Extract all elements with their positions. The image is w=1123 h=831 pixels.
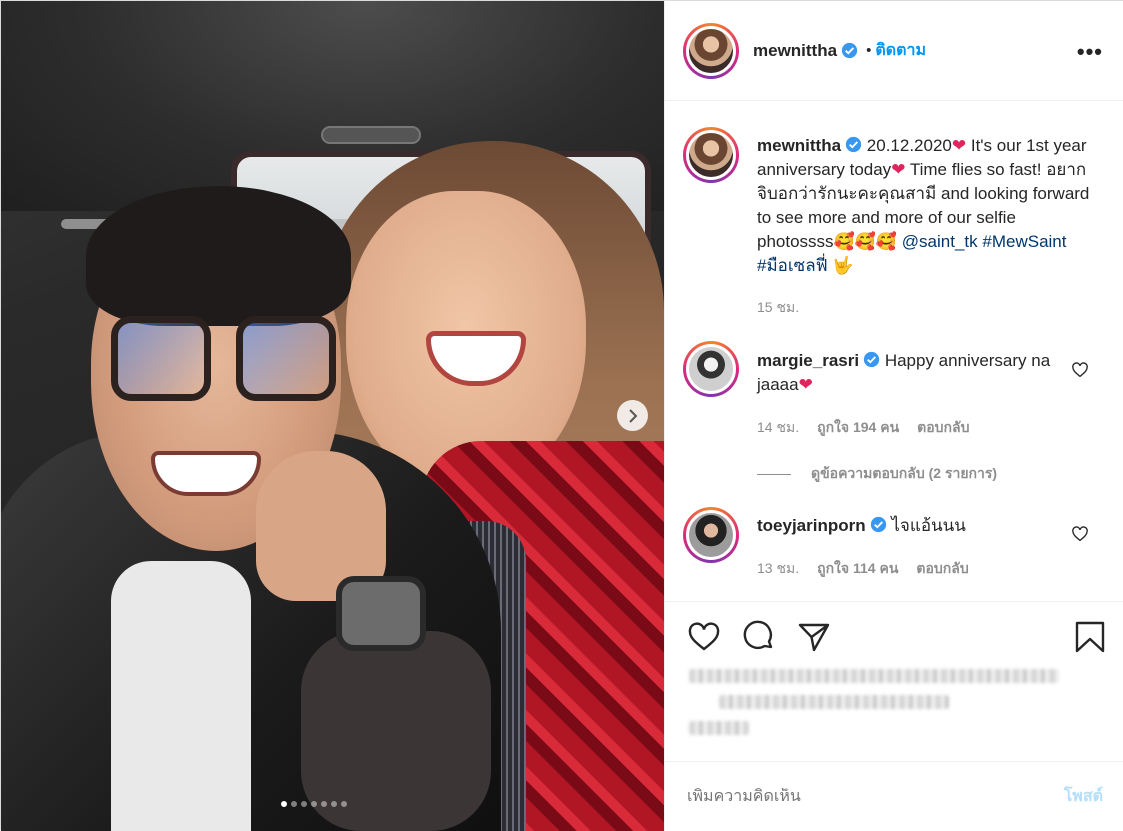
smiling-hearts-emoji: 🥰🥰🥰 (833, 232, 898, 251)
comment-icon[interactable] (742, 620, 776, 654)
comment-row (683, 341, 739, 397)
man-glasses (111, 316, 341, 416)
hand-emoji: 🤟 (832, 256, 854, 275)
more-options-button[interactable]: ••• (1077, 39, 1103, 65)
man-hair (86, 186, 351, 326)
car-lamp (321, 126, 421, 144)
post-comment-button[interactable]: โพสต์ (1064, 784, 1103, 809)
commenter-avatar[interactable] (683, 341, 739, 397)
mention-link[interactable]: @saint_tk (902, 232, 978, 251)
carousel-next-button[interactable] (617, 400, 648, 431)
post-photo[interactable] (1, 1, 664, 831)
heart-icon[interactable] (687, 620, 721, 654)
likes-summary-blurred (689, 669, 1089, 739)
like-comment-heart-icon[interactable] (1071, 361, 1089, 379)
carousel-dot (311, 801, 317, 807)
like-comment-heart-icon[interactable] (1071, 525, 1089, 543)
post-header: mewnittha • ติดตาม ••• (665, 1, 1123, 101)
carousel-dots (281, 801, 347, 807)
post-dialog: mewnittha • ติดตาม ••• mewnittha 20.12.2… (0, 0, 1123, 831)
post-sidebar: mewnittha • ติดตาม ••• mewnittha 20.12.2… (664, 1, 1123, 831)
comment-time[interactable]: 13 ชม. (757, 558, 799, 580)
heart-emoji: ❤ (951, 136, 967, 155)
man-smile (151, 451, 261, 496)
add-comment-input[interactable] (687, 787, 1064, 806)
carousel-dot (341, 801, 347, 807)
comment-row (683, 507, 739, 563)
commenter-username[interactable]: margie_rasri (757, 351, 859, 370)
verified-badge-icon (845, 136, 862, 153)
post-actions (665, 601, 1123, 671)
hashtag-link[interactable]: #มือเซลฟี่ (757, 256, 828, 275)
comment-text: toeyjarinporn ไจแอ้นนน (757, 514, 1057, 538)
caption-author-avatar[interactable] (683, 127, 739, 183)
replies-line (757, 473, 791, 475)
lens-left (111, 316, 211, 401)
bookmark-icon[interactable] (1073, 620, 1107, 654)
reply-button[interactable]: ตอบกลับ (916, 558, 968, 580)
comment-meta: 13 ชม. ถูกใจ 114 คน ตอบกลับ (757, 558, 969, 580)
blurred-text (689, 669, 1059, 683)
caption-meta: 15 ชม. (757, 297, 799, 319)
man-shirt (111, 561, 251, 831)
heart-emoji: ❤ (891, 160, 906, 179)
caption-username[interactable]: mewnittha (757, 136, 841, 155)
verified-badge-icon (863, 351, 880, 368)
comment-time[interactable]: 14 ชม. (757, 417, 799, 439)
heart-emoji: ❤ (798, 375, 813, 394)
add-comment-bar: โพสต์ (665, 761, 1123, 831)
carousel-dot (331, 801, 337, 807)
reply-button[interactable]: ตอบกลับ (917, 417, 969, 439)
commenter-avatar[interactable] (683, 507, 739, 563)
lens-right (236, 316, 336, 401)
view-replies-button[interactable]: ดูข้อความตอบกลับ (2 รายการ) (757, 463, 997, 485)
caption-date: 20.12.2020 (866, 136, 952, 155)
comment-meta: 14 ชม. ถูกใจ 194 คน ตอบกลับ (757, 417, 970, 439)
follow-button[interactable]: ติดตาม (875, 38, 926, 63)
view-replies-label: ดูข้อความตอบกลับ (2 รายการ) (811, 465, 998, 481)
author-avatar[interactable] (683, 22, 739, 79)
comments-list: mewnittha 20.12.2020❤ It's our 1st year … (665, 101, 1123, 601)
caption-text: mewnittha 20.12.2020❤ It's our 1st year … (757, 134, 1097, 278)
verified-badge-icon (841, 42, 858, 59)
caption-row (683, 127, 739, 183)
comment-likes[interactable]: ถูกใจ 114 คน (817, 558, 898, 580)
commenter-username[interactable]: toeyjarinporn (757, 516, 866, 535)
author-username[interactable]: mewnittha (753, 41, 837, 61)
chevron-right-icon (628, 408, 637, 423)
carousel-dot (301, 801, 307, 807)
comment-text: margie_rasri Happy anniversary na jaaaa❤ (757, 349, 1057, 397)
share-icon[interactable] (797, 620, 831, 654)
carousel-dot (281, 801, 287, 807)
verified-badge-icon (870, 516, 886, 533)
caption-time[interactable]: 15 ชม. (757, 297, 799, 319)
comment-likes[interactable]: ถูกใจ 194 คน (817, 417, 899, 439)
comment-body: ไจแอ้นนน (891, 516, 966, 535)
carousel-dot (291, 801, 297, 807)
blurred-text (689, 721, 749, 735)
separator-dot: • (866, 42, 872, 59)
hashtag-link[interactable]: #MewSaint (982, 232, 1066, 251)
blurred-text (719, 695, 949, 709)
wrist-watch (336, 576, 426, 651)
carousel-dot (321, 801, 327, 807)
